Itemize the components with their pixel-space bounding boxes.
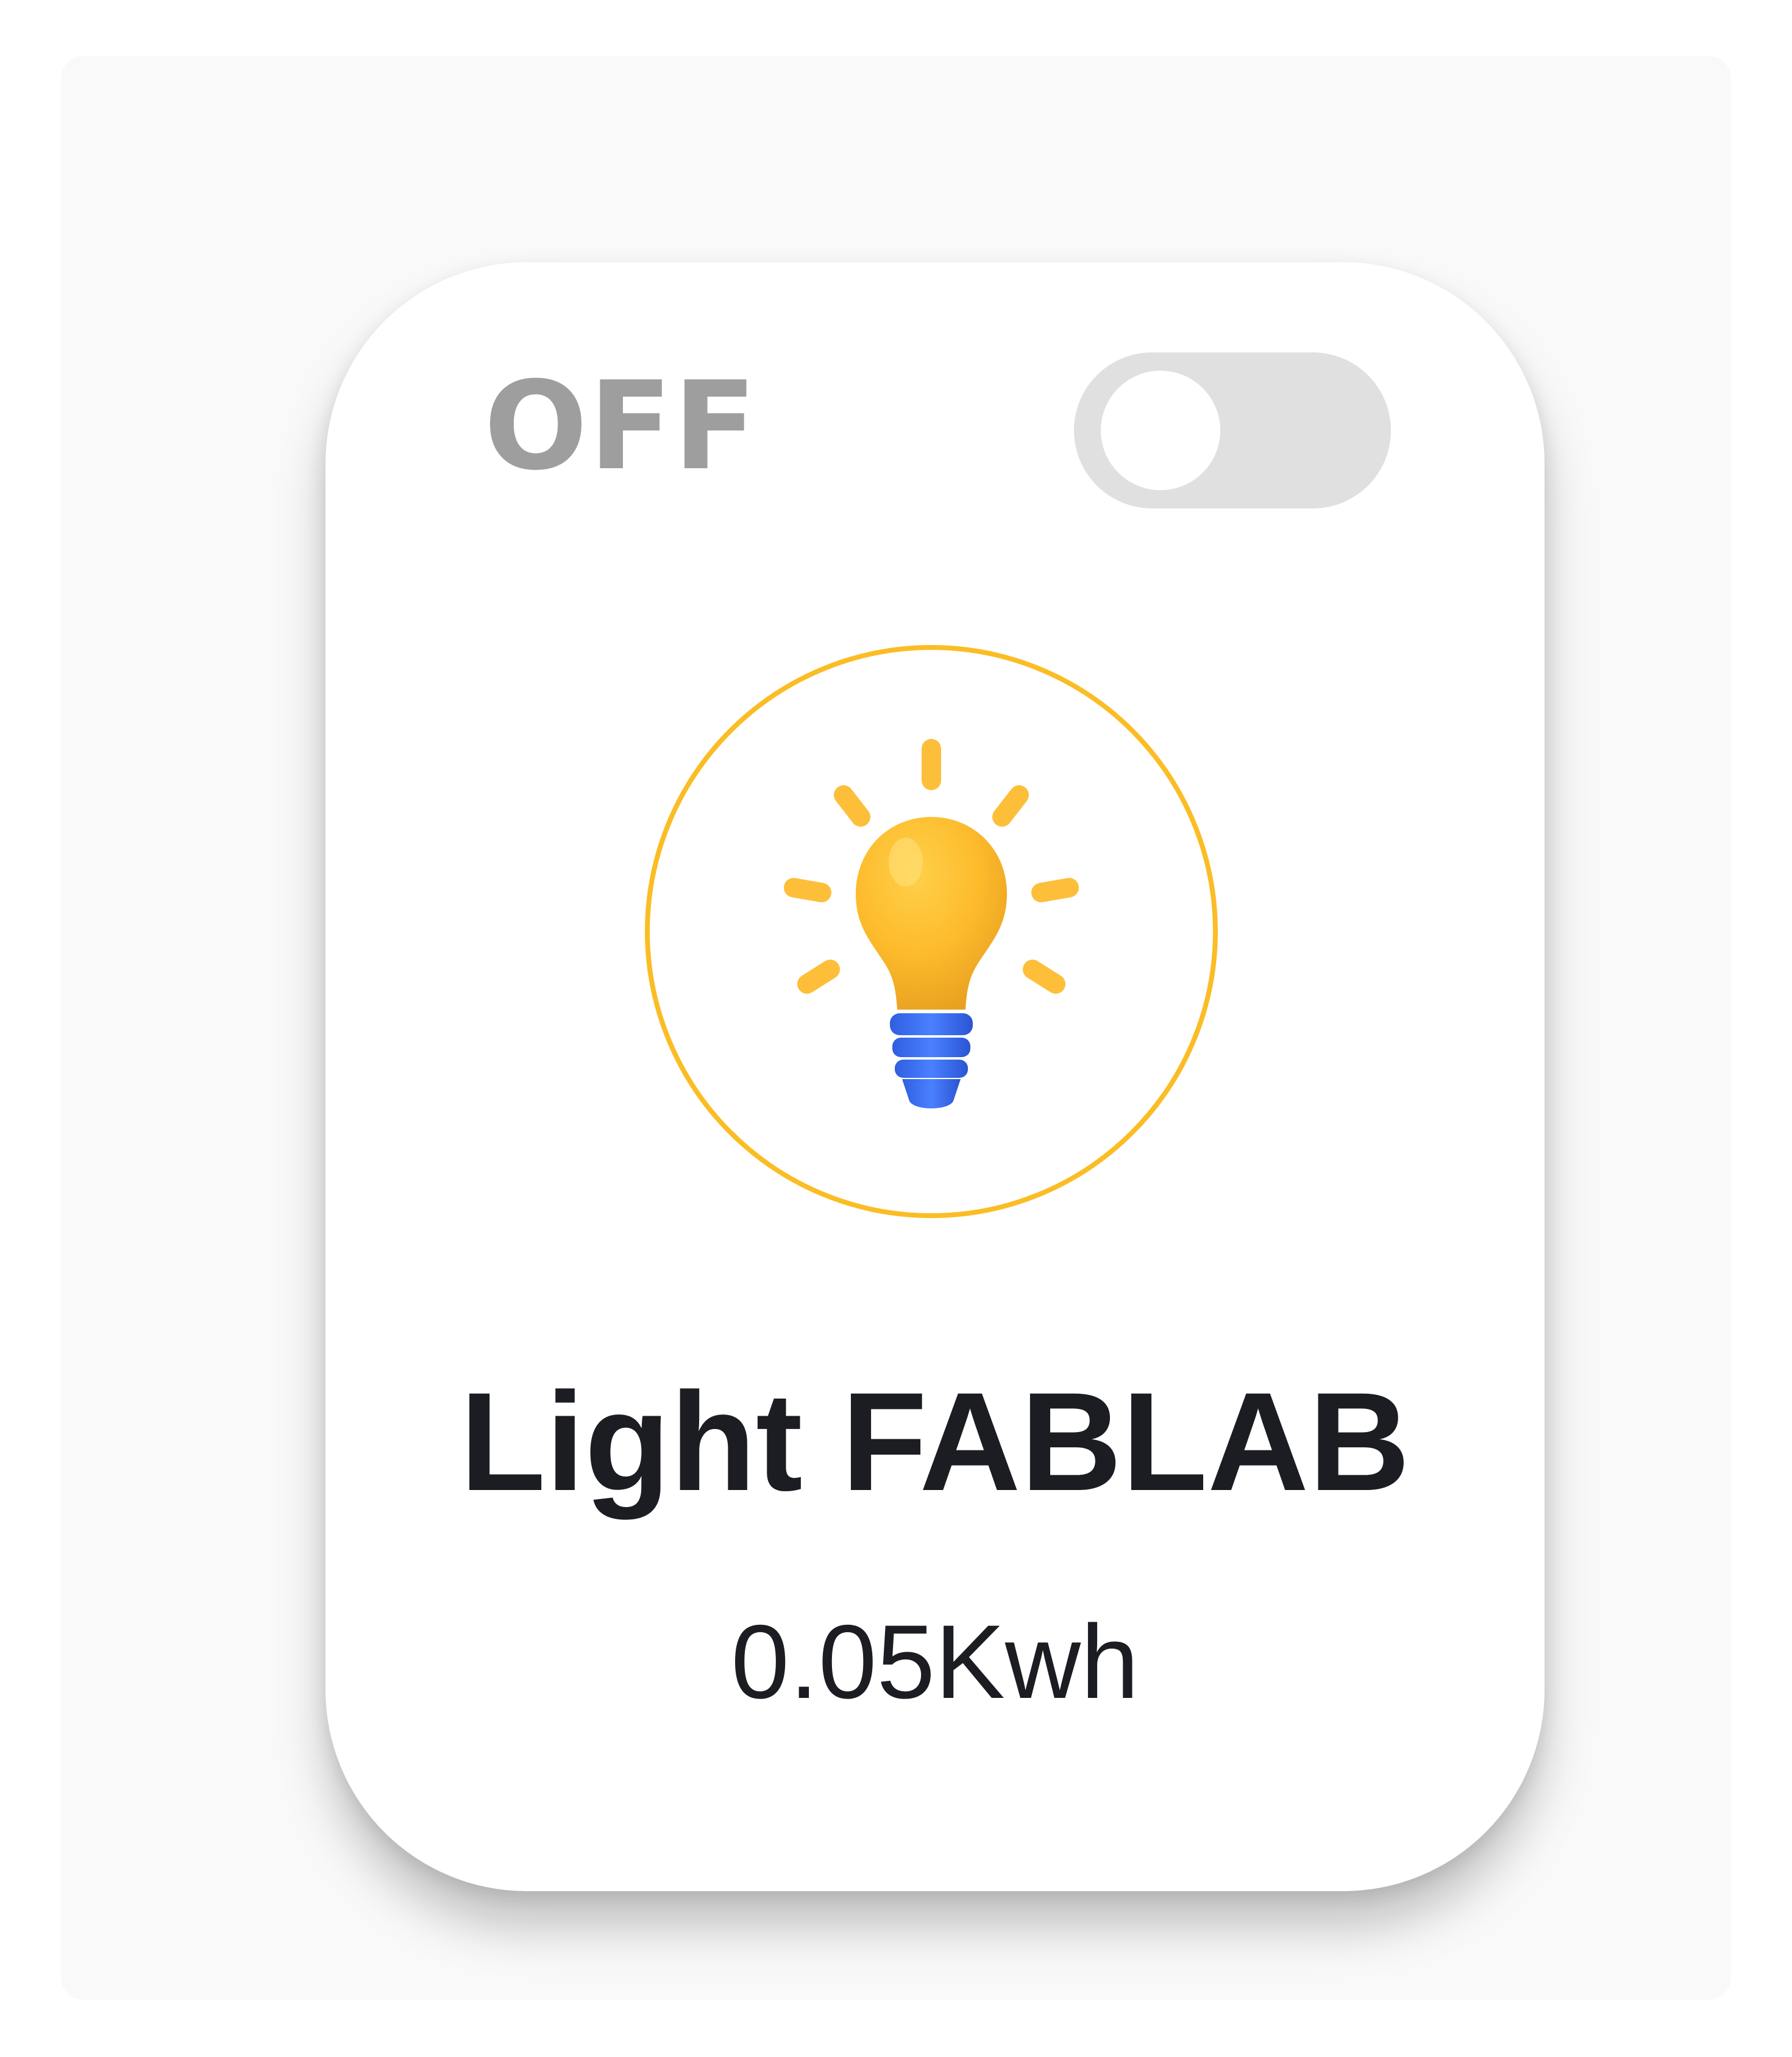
power-status-label: OFF xyxy=(484,355,758,497)
energy-usage: 0.05Kwh xyxy=(731,1603,1139,1720)
device-icon-ring xyxy=(645,645,1218,1218)
lightbulb-icon xyxy=(784,739,1079,1108)
device-card[interactable]: OFF Light FABLAB 0.05Kwh xyxy=(325,262,1545,1891)
power-toggle[interactable] xyxy=(1074,352,1391,508)
device-name: Light FABLAB xyxy=(460,1363,1410,1520)
widget-background: OFF Light FABLAB 0.05Kwh xyxy=(61,56,1731,2000)
toggle-knob xyxy=(1101,371,1220,490)
